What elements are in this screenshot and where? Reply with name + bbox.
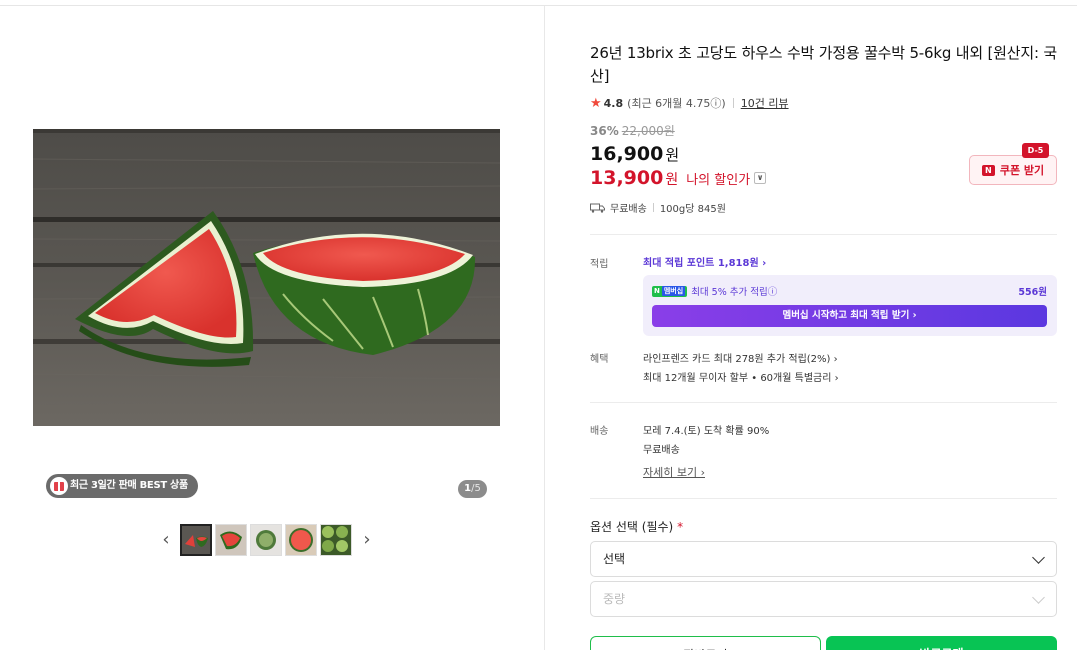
thumbnail-2[interactable]	[215, 524, 247, 556]
thumbnail-3[interactable]	[250, 524, 282, 556]
discount-row: 36% 22,000원	[590, 122, 675, 139]
rating-divider	[732, 98, 734, 108]
divider	[590, 234, 1057, 235]
option-label: 옵션 선택 (필수) *	[590, 520, 684, 534]
membership-value: 556원	[1018, 287, 1047, 298]
chevron-down-icon[interactable]: ∨	[754, 172, 767, 184]
shipping-row: 무료배송 100g당 845원	[590, 200, 726, 215]
points-label: 적립	[590, 259, 609, 270]
option-select[interactable]: 선택	[590, 541, 1057, 577]
best-badge-text: 최근 3일간 판매 BEST 상품	[70, 480, 188, 491]
top-divider	[0, 5, 1077, 6]
membership-start-button[interactable]: 멤버십 시작하고 최대 적립 받기 ›	[652, 305, 1047, 327]
delivery-fee: 무료배송	[643, 445, 680, 456]
product-main-image[interactable]	[33, 129, 500, 426]
coupon-label: 쿠폰 받기	[999, 164, 1045, 177]
delivery-label: 배송	[590, 426, 609, 437]
add-to-cart-button[interactable]: 장바구니	[590, 636, 821, 650]
original-price: 22,000원	[621, 124, 675, 138]
chevron-down-icon	[1032, 551, 1045, 564]
image-counter: 1/5	[458, 480, 487, 498]
thumbnail-1[interactable]	[180, 524, 212, 556]
rating-recent[interactable]: (최근 6개월 4.75ⓘ)	[627, 95, 726, 111]
gift-icon	[50, 477, 68, 495]
coupon-button[interactable]: N 쿠폰 받기	[969, 155, 1057, 185]
product-title: 26년 13brix 초 고당도 하우스 수박 가정용 꿀수박 5-6kg 내외…	[590, 44, 1057, 85]
max-points-link[interactable]: 최대 적립 포인트 1,818원 ›	[643, 254, 766, 269]
my-discount-price[interactable]: 13,900 원 나의 할인가 ∨	[590, 167, 767, 189]
sale-price: 16,900 원	[590, 143, 680, 165]
divider	[590, 402, 1057, 403]
star-icon: ★	[590, 95, 602, 111]
unit-price: 100g당 845원	[659, 204, 726, 215]
weight-select[interactable]: 중량	[590, 581, 1057, 617]
membership-box: N 멤버십 최대 5% 추가 적립ⓘ 556원 멤버십 시작하고 최대 적립 받기…	[643, 275, 1057, 336]
naver-membership-logo-icon: N 멤버십	[652, 285, 688, 297]
thumb-prev-arrow-icon[interactable]: ‹	[159, 530, 173, 550]
benefit-installment-link[interactable]: 최대 12개월 무이자 할부 • 60개월 특별금리 ›	[643, 369, 839, 384]
benefit-card-link[interactable]: 라인프렌즈 카드 최대 278원 추가 적립(2%) ›	[643, 350, 838, 365]
thumb-next-arrow-icon[interactable]: ›	[360, 530, 374, 550]
thumbnail-strip	[180, 524, 352, 556]
divider	[590, 498, 1057, 499]
my-price-label: 나의 할인가	[686, 173, 751, 188]
rating-row: ★ 4.8 (최근 6개월 4.75ⓘ) 10건 리뷰	[590, 95, 789, 111]
benefits-label: 혜택	[590, 354, 609, 365]
best-seller-badge: 최근 3일간 판매 BEST 상품	[46, 474, 198, 498]
buy-now-button[interactable]: 바로구매	[826, 636, 1057, 650]
discount-rate: 36%	[590, 124, 619, 138]
truck-icon	[590, 203, 605, 213]
naver-logo-icon: N	[981, 164, 995, 176]
rating-score: 4.8	[603, 96, 624, 110]
my-price-value: 13,900	[590, 167, 664, 189]
column-divider	[544, 6, 545, 650]
shipping-fee: 무료배송	[610, 204, 647, 215]
membership-text[interactable]: 최대 5% 추가 적립ⓘ	[691, 284, 777, 298]
review-count-link[interactable]: 10건 리뷰	[741, 95, 789, 111]
chevron-down-icon	[1032, 591, 1045, 604]
thumbnail-5[interactable]	[320, 524, 352, 556]
delivery-arrival: 모레 7.4.(토) 도착 확률 90%	[643, 426, 770, 437]
delivery-more-link[interactable]: 자세히 보기 ›	[643, 464, 705, 480]
coupon-dday-badge: D-5	[1022, 143, 1049, 158]
thumbnail-4[interactable]	[285, 524, 317, 556]
